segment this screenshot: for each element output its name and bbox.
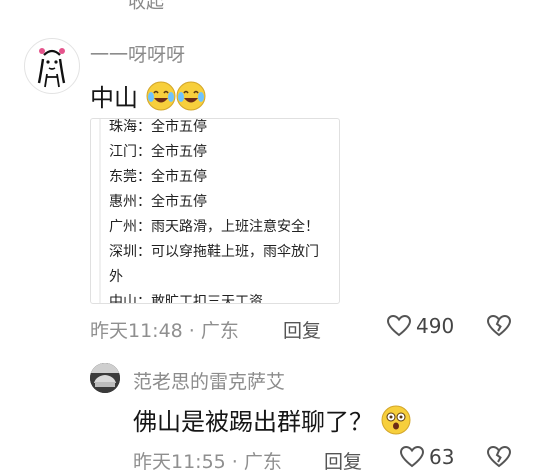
image-line: 珠海：全市五停 — [109, 119, 207, 135]
comment-location: 广东 — [243, 451, 282, 473]
comment-time: 昨天11:48 — [90, 320, 183, 342]
image-line: 深圳：可以穿拖鞋上班，雨伞放门 — [109, 244, 319, 260]
dislike-button[interactable] — [486, 314, 512, 342]
comment-location: 广东 — [200, 320, 239, 342]
collapse-link[interactable]: 收起 — [128, 0, 164, 14]
image-line: 惠州：全市五停 — [109, 194, 207, 210]
comment-meta: 昨天11:55 · 广东 — [133, 447, 282, 474]
comment-text: 中山 — [90, 78, 206, 117]
comment-meta: 昨天11:48 · 广东 — [90, 316, 239, 343]
image-line: 东莞：全市五停 — [109, 169, 207, 185]
heart-icon — [386, 314, 412, 337]
comment-username[interactable]: 一一呀呀呀 — [90, 40, 185, 67]
flushed-emoji-icon — [381, 405, 411, 441]
dislike-button[interactable] — [486, 445, 512, 473]
image-text-list: 珠海：全市五停 江门：全市五停 东莞：全市五停 惠州：全市五停 广州：雨天路滑，… — [109, 119, 319, 304]
like-count: 490 — [416, 314, 455, 338]
broken-heart-icon — [486, 445, 512, 468]
comment-body: 佛山是被踢出群聊了？ — [133, 408, 373, 436]
like-count: 63 — [429, 445, 455, 469]
comment-text: 佛山是被踢出群聊了？ — [133, 402, 411, 441]
comment-image[interactable]: 珠海：全市五停 江门：全市五停 东莞：全市五停 惠州：全市五停 广州：雨天路滑，… — [90, 118, 340, 304]
meta-separator: · — [231, 451, 238, 473]
heart-icon — [399, 445, 425, 468]
reply-button[interactable]: 回复 — [283, 316, 321, 343]
laughing-crying-emoji-icon — [176, 81, 206, 117]
laughing-crying-emoji-icon — [146, 81, 176, 117]
like-button[interactable]: 63 — [399, 445, 454, 469]
comment-username[interactable]: 范老思的雷克萨艾 — [133, 367, 285, 394]
avatar[interactable] — [24, 38, 80, 94]
comment-time: 昨天11:55 — [133, 451, 226, 473]
image-line: 广州：雨天路滑，上班注意安全！ — [109, 219, 319, 235]
reply-button[interactable]: 回复 — [324, 447, 362, 474]
broken-heart-icon — [486, 314, 512, 337]
image-edge — [99, 119, 101, 303]
comment-body: 中山 — [90, 84, 138, 112]
avatar-drawing-icon — [26, 40, 78, 92]
avatar[interactable] — [90, 363, 120, 393]
image-line: 中山：敢旷工扣三天工资 — [109, 294, 263, 304]
car-avatar-icon — [90, 363, 120, 393]
image-line: 江门：全市五停 — [109, 144, 207, 160]
meta-separator: · — [188, 320, 195, 342]
image-line: 外 — [109, 269, 123, 285]
like-button[interactable]: 490 — [386, 314, 454, 338]
